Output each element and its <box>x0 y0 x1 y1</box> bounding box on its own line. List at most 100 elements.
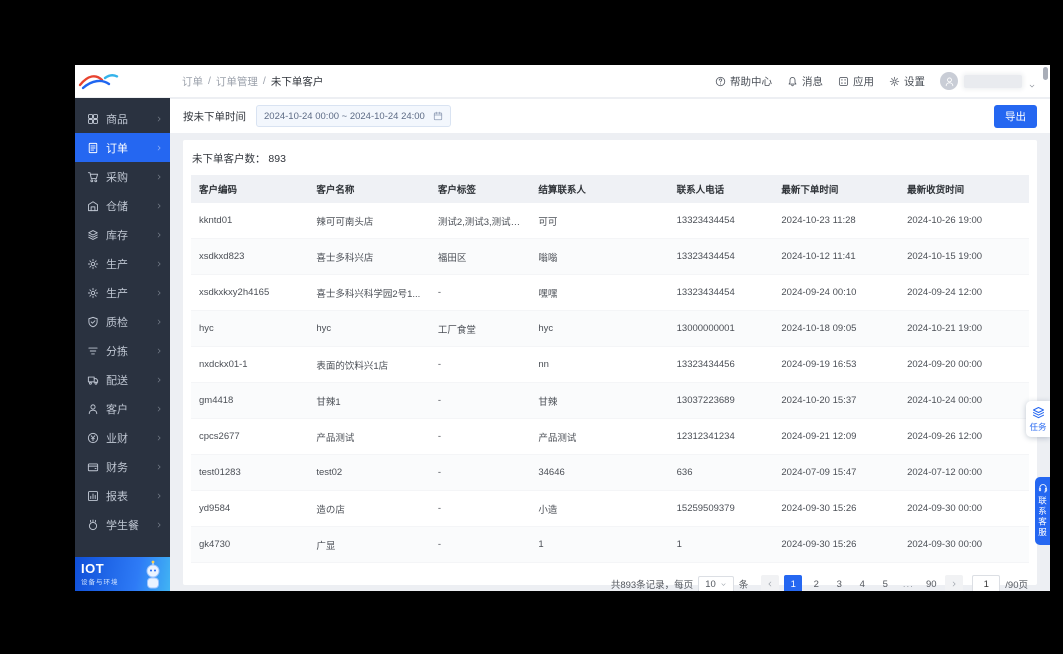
sidebar-item-report[interactable]: 报表 <box>75 481 170 510</box>
page-button-2[interactable]: 2 <box>807 575 825 591</box>
header-action-label: 设置 <box>904 75 925 88</box>
pagination-total: 共893条记录，每页 <box>610 580 694 591</box>
chevron-right-icon <box>155 115 163 123</box>
pagination: 共893条记录，每页 10 条 12345... 90 /90页 <box>191 563 1029 591</box>
date-range-picker[interactable]: 2024-10-24 00:00 ~ 2024-10-24 24:00 <box>256 105 451 127</box>
breadcrumb-item[interactable]: 订单 <box>182 74 203 89</box>
sidebar-item-customer[interactable]: 客户 <box>75 394 170 423</box>
table-cell: 2024-09-30 15:26 <box>773 490 900 527</box>
sidebar-item-business-finance[interactable]: 业财 <box>75 423 170 452</box>
sidebar-item-production[interactable]: 生产 <box>75 278 170 307</box>
table-row: test01283 test02-34646 636 2024-07-09 15:47… <box>191 454 1029 491</box>
page-buttons: 1 2 3 4 5... 90 <box>784 575 940 591</box>
column-header-4: 联系人电话 <box>668 175 774 203</box>
table-cell: 13323434454 <box>668 203 774 239</box>
header-action-bell[interactable]: 消息 <box>787 74 823 89</box>
chevron-right-icon <box>155 289 163 297</box>
sidebar-item-label: 订单 <box>106 142 128 155</box>
scrollbar-thumb[interactable] <box>1043 67 1048 80</box>
chevron-right-icon <box>155 492 163 500</box>
export-button[interactable]: 导出 <box>994 104 1037 128</box>
chevron-left-icon <box>766 580 774 588</box>
prev-page-button[interactable] <box>761 575 780 591</box>
table-cell: 2024-09-21 12:09 <box>773 418 900 455</box>
header-actions: 帮助中心 消息 应用 设置 <box>715 74 925 89</box>
table-cell: 2024-07-09 15:47 <box>773 454 900 491</box>
page-jump-input[interactable] <box>972 575 1001 591</box>
pagination-unit: 条 <box>738 580 749 591</box>
sidebar-item-label: 仓储 <box>106 200 128 213</box>
sidebar-item-student-meal[interactable]: 学生餐 <box>75 510 170 539</box>
table-cell: 测试2,测试3,测试4... <box>429 203 531 239</box>
table-cell: 甘辣 <box>530 382 669 419</box>
header-action-label: 消息 <box>802 75 823 88</box>
table-cell: 喜士多科兴科学园2号1... <box>308 274 430 311</box>
settings-icon <box>889 76 900 87</box>
iot-subtitle: 设备与环境 <box>81 579 119 587</box>
table-header-row: 客户编码 客户名称 客户标签 结算联系人 联系人电话 最新下单时间 最新收货时间 <box>191 175 1029 203</box>
table-cell: nn <box>530 346 669 383</box>
sidebar-item-purchase[interactable]: 采购 <box>75 162 170 191</box>
sorting-icon <box>87 345 99 357</box>
table-cell: - <box>429 490 531 527</box>
sidebar-item-label: 商品 <box>106 113 128 126</box>
header-action-settings[interactable]: 设置 <box>889 74 925 89</box>
table-cell: 2024-10-21 19:00 <box>899 310 1029 347</box>
table-row: cpcs2677 产品测试 - 产品测试 12312341234 2024-09-21 1… <box>191 418 1029 455</box>
page-button-3[interactable]: 3 <box>830 575 848 591</box>
page-size-select[interactable]: 10 <box>698 575 734 591</box>
sidebar-item-label: 生产 <box>106 258 128 271</box>
page-button-4[interactable]: 4 <box>853 575 871 591</box>
table-cell: 13323434454 <box>668 274 774 311</box>
table-cell: 13323434456 <box>668 346 774 383</box>
page-button-5[interactable]: 5 <box>876 575 894 591</box>
table-cell: 嗡嗡 <box>530 238 669 275</box>
table-cell: 34646 <box>530 454 669 491</box>
contact-service-button[interactable]: 联系客服 <box>1035 477 1050 545</box>
user-menu[interactable] <box>940 72 1036 90</box>
sidebar-item-sorting[interactable]: 分拣 <box>75 336 170 365</box>
table-cell: cpcs2677 <box>191 418 309 455</box>
sidebar-item-inventory[interactable]: 库存 <box>75 220 170 249</box>
apps-icon <box>838 76 849 87</box>
table-cell: 636 <box>668 454 774 491</box>
sidebar-item-quality[interactable]: 质检 <box>75 307 170 336</box>
next-page-button[interactable] <box>945 575 964 591</box>
task-panel-button[interactable]: 任务 <box>1026 401 1050 437</box>
chevron-right-icon <box>155 202 163 210</box>
table-cell: 2024-09-30 15:26 <box>773 526 900 563</box>
chevron-down-icon <box>1028 77 1036 88</box>
table-cell: gm4418 <box>191 382 309 419</box>
table-cell: 2024-09-20 00:00 <box>899 346 1029 383</box>
pager-ellipsis[interactable]: ... <box>899 575 917 591</box>
table-cell: 福田区 <box>429 238 531 275</box>
bell-icon <box>787 76 798 87</box>
sidebar-item-label: 配送 <box>106 374 128 387</box>
page-button-1[interactable]: 1 <box>784 575 803 591</box>
sidebar-item-production[interactable]: 生产 <box>75 249 170 278</box>
column-header-6: 最新收货时间 <box>899 175 1029 203</box>
sidebar-item-label: 客户 <box>106 403 128 416</box>
iot-brand: IOT 设备与环境 <box>75 557 170 591</box>
sidebar-item-order[interactable]: 订单 <box>75 133 170 162</box>
table-row: yd9584 造の店 - 小造 15259509379 2024-09-30 15:26 2… <box>191 490 1029 527</box>
header-action-help[interactable]: 帮助中心 <box>715 74 772 89</box>
task-icon <box>1032 406 1045 419</box>
page-button-90[interactable]: 90 <box>922 575 940 591</box>
sidebar-item-finance[interactable]: 财务 <box>75 452 170 481</box>
iot-title: IOT <box>81 560 105 576</box>
table-cell: hyc <box>191 310 309 347</box>
header-action-apps[interactable]: 应用 <box>838 74 874 89</box>
table-cell: 工厂食堂 <box>429 310 531 347</box>
table-cell: nxdckx01-1 <box>191 346 309 383</box>
breadcrumb-item[interactable]: 订单管理 <box>216 74 258 89</box>
sidebar-item-label: 报表 <box>106 490 128 503</box>
content-card: 未下单客户数： 893 客户编码 客户名称 客户标签 结算联系人 联系人电话 最新下单时间… <box>183 140 1037 591</box>
sidebar-item-delivery[interactable]: 配送 <box>75 365 170 394</box>
production-icon <box>87 287 99 299</box>
sidebar-item-goods[interactable]: 商品 <box>75 104 170 133</box>
table-cell: 可可 <box>530 203 669 239</box>
column-header-5: 最新下单时间 <box>773 175 900 203</box>
table-row: hyc hyc 工厂食堂 hyc 13000000001 2024-10-18 09:05… <box>191 310 1029 347</box>
sidebar-item-warehouse[interactable]: 仓储 <box>75 191 170 220</box>
